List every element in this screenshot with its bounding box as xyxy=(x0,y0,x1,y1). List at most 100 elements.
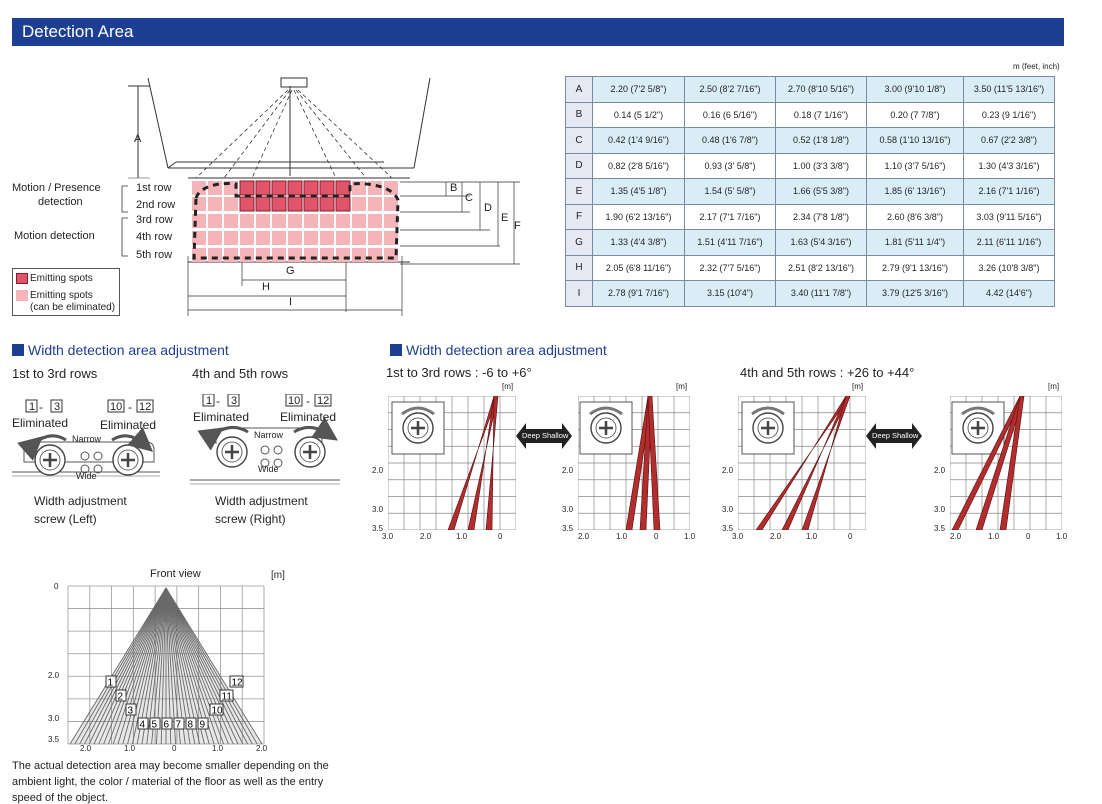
side-view-unit: [m] xyxy=(676,382,688,391)
table-cell: 2.60 (8'6 3/8") xyxy=(866,203,964,230)
table-cell: 3.03 (9'11 5/16") xyxy=(963,203,1055,230)
table-row: E 1.35 (4'5 1/8") 1.54 (5' 5/8") 1.66 (5'5 … xyxy=(565,178,1055,205)
table-cell: 0.82 (2'8 5/16") xyxy=(592,152,685,179)
table-cell: 2.78 (9'1 7/16") xyxy=(592,280,685,307)
side-view-panel xyxy=(388,396,516,530)
front-view-y-tick: 0 xyxy=(54,582,59,591)
spot-grid xyxy=(192,180,400,262)
section-heading-right: Width detection area adjustment xyxy=(390,342,607,358)
table-row: H 2.05 (6'8 11/16") 2.32 (7'7 5/16") 2.51 (… xyxy=(565,254,1055,281)
g2-eliminated-left: Eliminated xyxy=(193,410,250,424)
side-view-panel xyxy=(950,396,1062,530)
g2-dash-2: - xyxy=(306,394,310,408)
row-label-1: 1st row xyxy=(136,182,172,194)
row-label-3: 3rd row xyxy=(136,214,173,226)
side-view-x-tick: 2.0 xyxy=(770,532,782,541)
g2-narrow: Narrow xyxy=(254,430,284,440)
table-cell: 4.42 (14'6") xyxy=(963,280,1055,307)
spot-legend: Emitting spots Emitting spots (can be el… xyxy=(12,268,120,316)
side-view-x-tick: 1.0 xyxy=(616,532,628,541)
table-cell: 2.32 (7'7 5/16") xyxy=(684,254,776,281)
table-cell: 0.14 (5 1/2") xyxy=(592,101,685,128)
table-cell: 3.00 (9'10 1/8") xyxy=(866,76,964,103)
front-view-spot-label: 8 xyxy=(188,720,194,731)
front-view-spot-label: 6 xyxy=(164,720,170,731)
table-row-key: A xyxy=(565,76,593,103)
table-cell: 3.50 (11'5 13/16") xyxy=(963,76,1055,103)
table-cell: 0.58 (1'10 13/16") xyxy=(866,127,964,154)
g2-wide: Wide xyxy=(258,464,279,474)
table-cell: 1.00 (3'3 3/8") xyxy=(775,152,867,179)
side-view-x-tick: 0 xyxy=(848,532,853,541)
g2-caption-2: screw (Right) xyxy=(215,512,286,526)
table-cell: 2.34 (7'8 1/8") xyxy=(775,203,867,230)
emitting-swatch xyxy=(16,273,28,284)
side-view-y-tick: 3.0 xyxy=(934,505,946,514)
side-view-y-tick: 2.0 xyxy=(372,466,384,475)
table-row-key: G xyxy=(565,229,593,256)
table-unit: m (feet, inch) xyxy=(1013,62,1060,71)
side-view-y-tick: 2.0 xyxy=(934,466,946,475)
side-view-y-tick: 3.0 xyxy=(722,505,734,514)
table-cell: 3.26 (10'8 3/8") xyxy=(963,254,1055,281)
table-row-key: I xyxy=(565,280,593,307)
table-cell: 0.42 (1'4 9/16") xyxy=(592,127,685,154)
g2-dash-1: - xyxy=(216,394,220,408)
front-view-y-tick: 2.0 xyxy=(48,671,60,680)
table-cell: 0.20 (7 7/8") xyxy=(866,101,964,128)
side-view-x-tick: 1.0 xyxy=(988,532,1000,541)
table-row-key: E xyxy=(565,178,593,205)
front-view-chart: 1234 5 6 7 8 9101112 xyxy=(67,585,265,745)
table-cell: 1.63 (5'4 3/16") xyxy=(775,229,867,256)
section-heading-left: Width detection area adjustment xyxy=(12,342,229,358)
side-view-y-tick: 3.0 xyxy=(562,505,574,514)
table-cell: 2.17 (7'1 7/16") xyxy=(684,203,776,230)
g1-eliminated-left: Eliminated xyxy=(12,416,69,430)
section-square-icon xyxy=(390,344,402,356)
subheading-rows-4-5-angle: 4th and 5th rows : +26 to +44° xyxy=(740,365,915,380)
table-row: F 1.90 (6'2 13/16") 2.17 (7'1 7/16") 2.34 (… xyxy=(565,203,1055,230)
row-label-5: 5th row xyxy=(136,249,173,261)
front-view-y-tick: 3.0 xyxy=(48,714,60,723)
side-view-y-tick: 3.5 xyxy=(934,524,946,533)
g2-caption-1: Width adjustment xyxy=(215,494,308,508)
table-row: A 2.20 (7'2 5/8") 2.50 (8'2 7/16") 2.70 (8'… xyxy=(565,76,1055,103)
table-row: G 1.33 (4'4 3/8") 1.51 (4'11 7/16") 1.63 (5… xyxy=(565,229,1055,256)
g1-box-1: 1 xyxy=(29,401,36,413)
row-label-2: 2nd row xyxy=(136,199,176,211)
front-view-spot-label: 9 xyxy=(200,720,206,731)
side-view-y-tick: 3.0 xyxy=(372,505,384,514)
table-cell: 0.67 (2'2 3/8") xyxy=(963,127,1055,154)
side-view-unit: [m] xyxy=(852,382,864,391)
table-row-key: F xyxy=(565,203,593,230)
g1-box-3: 3 xyxy=(54,401,61,413)
side-view-x-tick: 1.0 xyxy=(684,532,696,541)
g1-caption-2: screw (Left) xyxy=(34,512,97,526)
subheading-1st-3rd: 1st to 3rd rows xyxy=(12,366,98,381)
front-view-spot-label: 2 xyxy=(118,692,124,703)
table-row-key: D xyxy=(565,152,593,179)
table-cell: 3.40 (11'1 7/8") xyxy=(775,280,867,307)
side-view-x-tick: 0 xyxy=(654,532,659,541)
dim-G-label: G xyxy=(286,265,295,277)
front-view-spot-label: 5 xyxy=(152,720,158,731)
dim-A-label: A xyxy=(134,133,142,145)
front-view-spot-label: 11 xyxy=(222,692,233,703)
table-cell: 0.93 (3' 5/8") xyxy=(684,152,776,179)
table-cell: 2.05 (6'8 11/16") xyxy=(592,254,685,281)
legend-eliminable-2: (can be eliminated) xyxy=(30,302,116,313)
g1-box-12: 12 xyxy=(139,401,152,413)
side-view-x-tick: 2.0 xyxy=(950,532,962,541)
dim-I-label: I xyxy=(289,296,293,308)
front-view-y-tick: 3.5 xyxy=(48,735,60,744)
dim-H-label: H xyxy=(262,281,270,293)
g2-box-10: 10 xyxy=(288,395,301,407)
table-row-key: C xyxy=(565,127,593,154)
g1-dash-1: - xyxy=(39,400,43,414)
g1-wide: Wide xyxy=(76,471,97,481)
front-view-x-tick: 1.0 xyxy=(212,744,224,753)
legend-emitting: Emitting spots xyxy=(30,273,93,284)
eliminable-swatch xyxy=(16,290,28,301)
table-cell: 1.35 (4'5 1/8") xyxy=(592,178,685,205)
dim-D-label: D xyxy=(484,202,492,214)
